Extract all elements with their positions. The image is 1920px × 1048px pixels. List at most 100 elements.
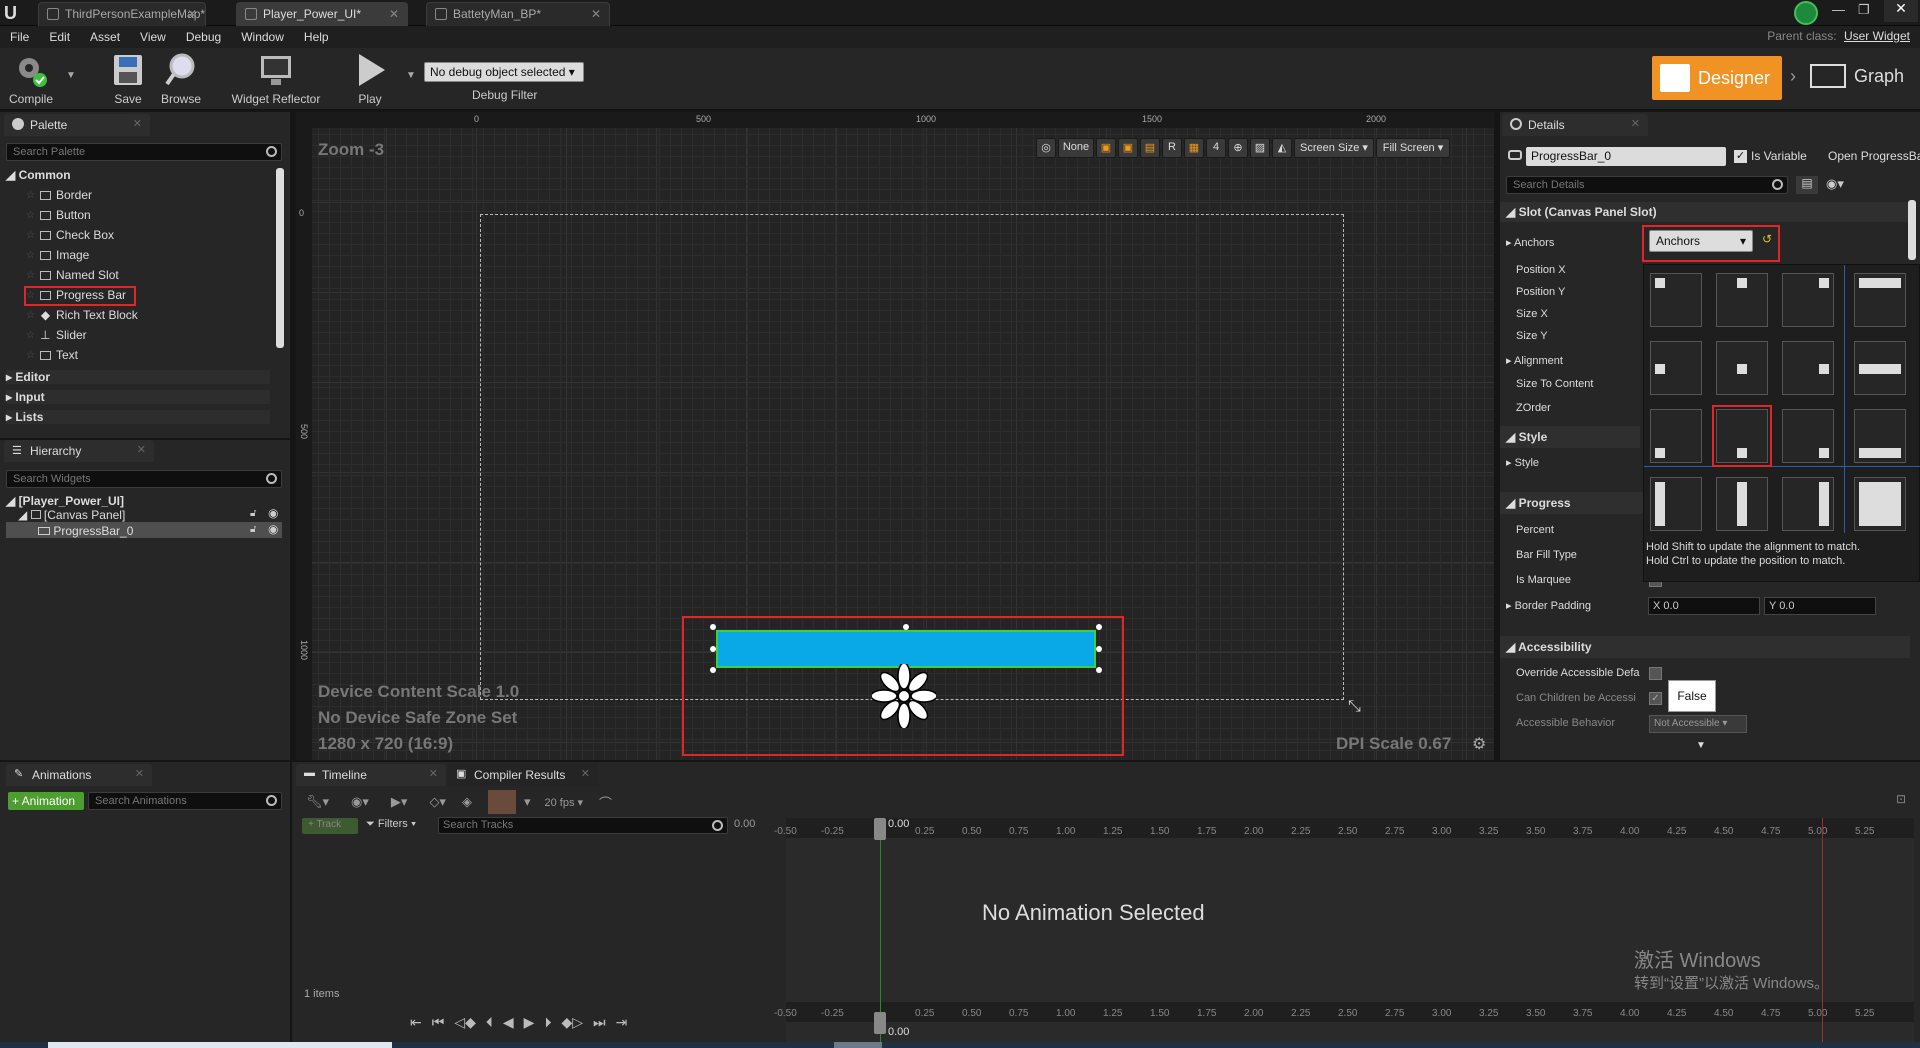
close-icon[interactable]: ✕ bbox=[133, 117, 142, 130]
anchor-top-left[interactable] bbox=[1650, 273, 1702, 327]
maximize-button[interactable]: ❐ bbox=[1858, 2, 1870, 18]
add-animation-button[interactable]: + Animation bbox=[8, 792, 84, 810]
play-range-icon[interactable]: ▶▾ bbox=[391, 794, 408, 810]
anchors-label[interactable]: ▸ Anchors bbox=[1506, 236, 1554, 249]
lock-snap-icon[interactable]: ▣ bbox=[1118, 138, 1138, 158]
hierarchy-search-input[interactable]: Search Widgets bbox=[6, 470, 282, 488]
screen-size-select[interactable]: Screen Size ▾ bbox=[1294, 138, 1374, 158]
lock-icon[interactable]: 🔓︎ bbox=[250, 508, 256, 519]
tab-palette[interactable]: Palette ✕ bbox=[4, 114, 150, 136]
menu-edit[interactable]: Edit bbox=[49, 30, 70, 44]
tab-details[interactable]: Details ✕ bbox=[1502, 114, 1648, 136]
section-style[interactable]: ◢ Style bbox=[1500, 426, 1640, 448]
globe-icon[interactable]: ◎ bbox=[1036, 138, 1056, 158]
menu-asset[interactable]: Asset bbox=[90, 30, 120, 44]
anchor-medallion-icon[interactable] bbox=[870, 662, 938, 730]
palette-item-button[interactable]: Button bbox=[40, 206, 91, 224]
eye-icon[interactable]: ◉ bbox=[268, 522, 278, 536]
selection-handle[interactable] bbox=[1096, 646, 1102, 652]
back-frame-icon[interactable]: ⏴ bbox=[486, 1014, 493, 1031]
play-options-dropdown[interactable]: ▼ bbox=[406, 70, 416, 81]
anchor-top-center[interactable] bbox=[1716, 273, 1768, 327]
playhead-handle-bottom[interactable] bbox=[874, 1012, 886, 1034]
animations-search-input[interactable]: Search Animations bbox=[88, 792, 282, 810]
taskbar-active-item[interactable] bbox=[48, 1042, 392, 1048]
can-children-checkbox[interactable]: ✓ bbox=[1649, 692, 1662, 705]
close-icon[interactable]: ✕ bbox=[591, 7, 601, 21]
tab-timeline[interactable]: ▬ Timeline ✕ bbox=[296, 764, 446, 786]
tab-battetyman-bp[interactable]: BattetyMan_BP* ✕ bbox=[426, 2, 610, 26]
details-search-input[interactable]: Search Details bbox=[1506, 176, 1788, 194]
diamond-icon[interactable]: ◈ bbox=[462, 794, 472, 810]
accessible-behavior-select[interactable]: Not Accessible ▾ bbox=[1649, 715, 1747, 733]
step-fwd-icon[interactable]: ⏭ bbox=[593, 1014, 606, 1031]
tab-animations[interactable]: ✎ Animations ✕ bbox=[6, 764, 152, 786]
anchor-center-stretch[interactable] bbox=[1854, 341, 1906, 395]
widget-name-input[interactable]: ProgressBar_0 bbox=[1526, 147, 1726, 166]
anchor-bottom-right[interactable] bbox=[1782, 409, 1834, 463]
resize-handle-icon[interactable]: ⤡ bbox=[1348, 698, 1361, 716]
fps-select[interactable]: 20 fps ▾ bbox=[545, 796, 584, 809]
visibility-filter-icon[interactable]: ◉▾ bbox=[1826, 176, 1844, 192]
playhead-handle[interactable] bbox=[874, 818, 886, 840]
selection-handle[interactable] bbox=[903, 624, 909, 630]
designer-canvas[interactable]: 0 500 1000 1500 2000 0 500 1000 Zoom -3 … bbox=[296, 112, 1494, 760]
debug-object-select[interactable]: No debug object selected ▾ bbox=[424, 62, 584, 82]
add-track-button[interactable]: + Track bbox=[302, 818, 358, 834]
border-padding-y-input[interactable]: Y 0.0 bbox=[1764, 597, 1876, 615]
zoom-to-fit-icon[interactable]: ⊕ bbox=[1228, 138, 1248, 158]
category-editor[interactable]: ▸ Editor bbox=[6, 370, 270, 384]
designer-button[interactable]: Designer bbox=[1652, 56, 1782, 100]
category-input[interactable]: ▸ Input bbox=[6, 390, 270, 404]
palette-item-checkbox[interactable]: Check Box bbox=[40, 226, 114, 244]
reset-arrow-icon[interactable]: ↺ bbox=[1762, 232, 1772, 246]
tab-player-power-ui[interactable]: Player_Power_UI* ✕ bbox=[236, 2, 408, 26]
menu-view[interactable]: View bbox=[140, 30, 166, 44]
graph-button[interactable]: Graph bbox=[1810, 64, 1904, 88]
selection-handle[interactable] bbox=[1096, 624, 1102, 630]
dpi-settings-icon[interactable]: ⚙ bbox=[1472, 734, 1486, 754]
menu-help[interactable]: Help bbox=[304, 30, 329, 44]
palette-item-image[interactable]: Image bbox=[40, 246, 89, 264]
view-options-icon[interactable]: ▤ bbox=[1796, 176, 1818, 194]
close-icon[interactable]: ✕ bbox=[389, 7, 399, 21]
category-lists[interactable]: ▸ Lists bbox=[6, 410, 270, 424]
jump-start-icon[interactable]: ⇤ bbox=[410, 1014, 422, 1031]
lock-icon[interactable]: 🔓︎ bbox=[250, 524, 256, 535]
search-tracks-input[interactable]: Search Tracks bbox=[438, 817, 728, 834]
snap-icon[interactable]: ▣ bbox=[1096, 138, 1116, 158]
override-accessible-checkbox[interactable] bbox=[1649, 667, 1662, 680]
close-icon[interactable]: ✕ bbox=[429, 767, 438, 780]
selection-handle[interactable] bbox=[710, 646, 716, 652]
anchor-full-stretch[interactable] bbox=[1854, 477, 1906, 531]
section-slot[interactable]: ◢ Slot (Canvas Panel Slot) bbox=[1500, 202, 1910, 222]
menu-file[interactable]: File bbox=[10, 30, 29, 44]
tab-compiler-results[interactable]: ▣ Compiler Results ✕ bbox=[448, 764, 598, 786]
anchors-dropdown[interactable]: Anchors ▾ bbox=[1649, 230, 1753, 252]
save-button[interactable]: Save bbox=[108, 52, 148, 106]
close-icon[interactable]: ✕ bbox=[137, 443, 146, 456]
open-widget-link[interactable]: Open ProgressBa bbox=[1828, 149, 1920, 163]
prop-border-padding[interactable]: ▸ Border Padding bbox=[1506, 599, 1591, 612]
eye-icon[interactable]: ◉▾ bbox=[351, 794, 369, 810]
anchor-top-right[interactable] bbox=[1782, 273, 1834, 327]
tree-root[interactable]: ◢ [Player_Power_UI] bbox=[6, 494, 124, 508]
close-icon[interactable]: ✕ bbox=[187, 7, 197, 21]
compile-options-dropdown[interactable]: ▼ bbox=[66, 70, 76, 81]
palette-search-input[interactable]: Search Palette bbox=[6, 143, 282, 161]
palette-item-text[interactable]: Text bbox=[40, 346, 78, 364]
border-padding-x-input[interactable]: X 0.0 bbox=[1648, 597, 1760, 615]
palette-item-slider[interactable]: ⊥ Slider bbox=[40, 326, 87, 344]
step-back-icon[interactable]: ⏮ bbox=[432, 1014, 445, 1031]
playhead-line[interactable] bbox=[880, 818, 881, 1042]
close-icon[interactable]: ✕ bbox=[581, 767, 590, 780]
palette-item-border[interactable]: Border bbox=[40, 186, 92, 204]
selection-handle[interactable] bbox=[1096, 667, 1102, 673]
taskbar-item[interactable] bbox=[834, 1042, 882, 1048]
background-icon[interactable]: ▨ bbox=[1250, 138, 1270, 158]
tab-third-person-map[interactable]: ThirdPersonExampleMap* ✕ bbox=[38, 2, 206, 26]
palette-item-rich-text[interactable]: ◆ Rich Text Block bbox=[40, 306, 138, 324]
anchor-bottom-left[interactable] bbox=[1650, 409, 1702, 463]
minimize-button[interactable]: — bbox=[1832, 2, 1845, 17]
outline-icon[interactable]: ◭ bbox=[1272, 138, 1292, 158]
